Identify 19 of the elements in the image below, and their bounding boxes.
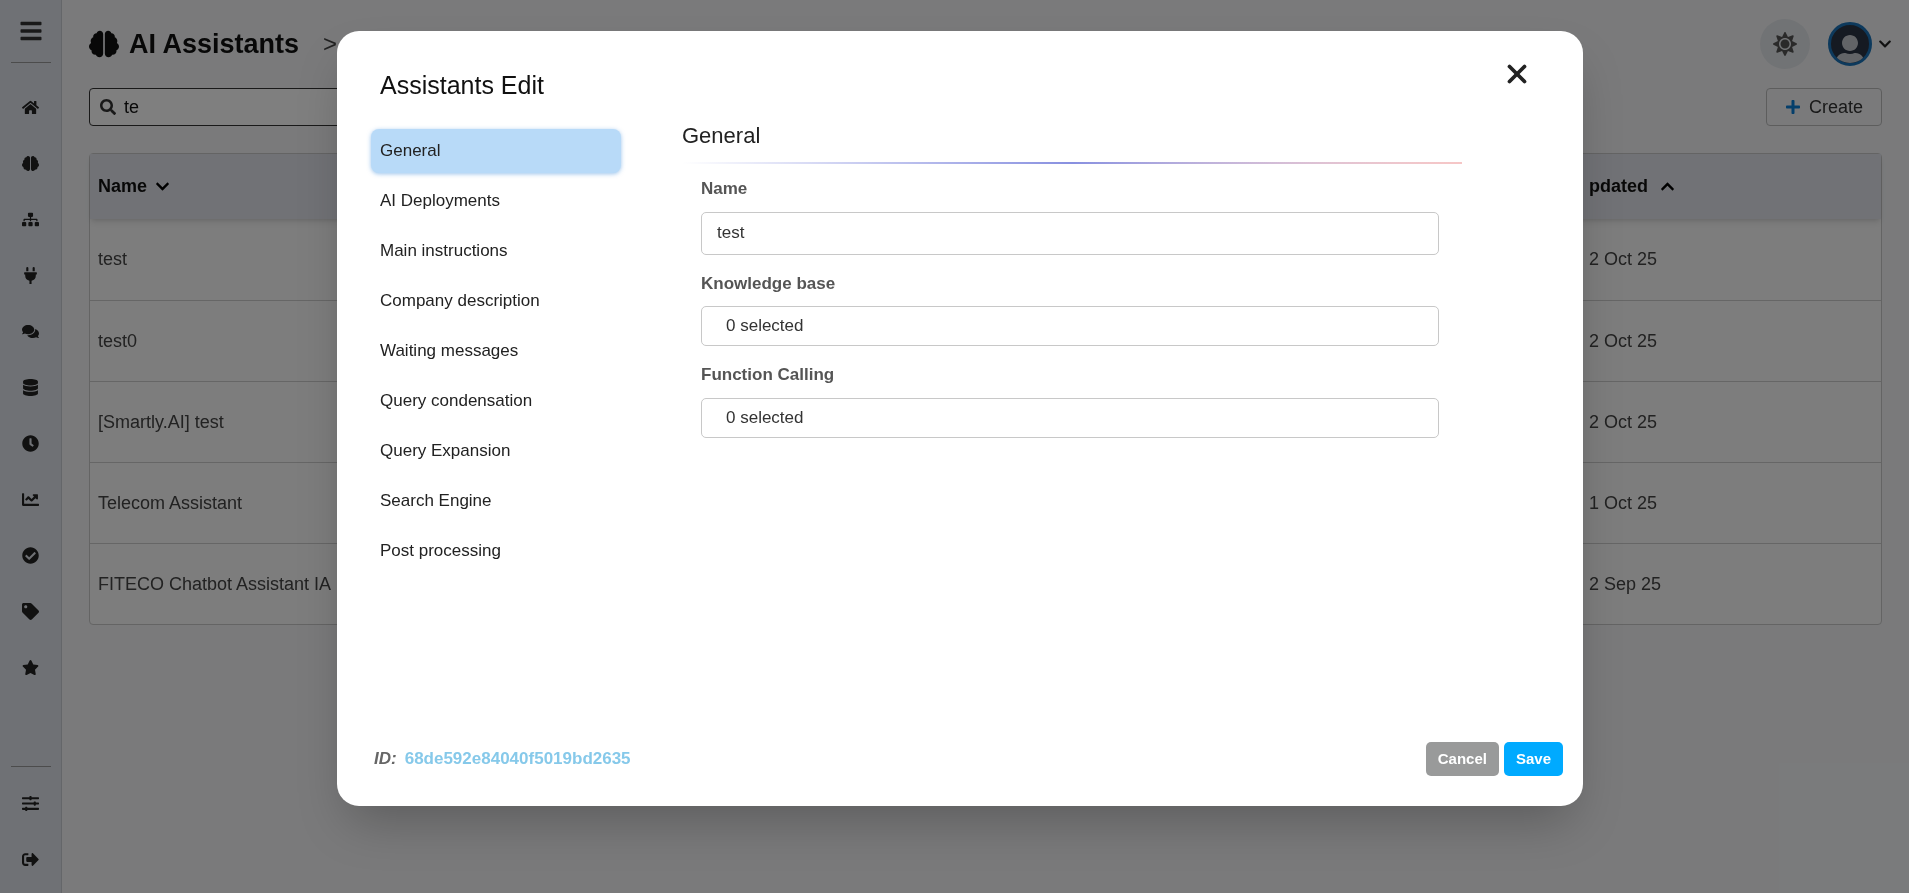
search-value: te [124,95,139,119]
breadcrumb-separator: > [323,29,338,59]
table-cell-text: 2 Oct 25 [1589,410,1659,434]
table-cell-text: test [97,248,128,271]
table-cell-text: FITECO Chatbot Assistant IA [97,572,333,596]
table-cell-text: [Smartly.AI] test [97,410,225,434]
field-label: Function Calling [701,364,836,386]
table-cell-text: 2 Oct 25 [1589,329,1659,353]
table-cell-text: test0 [97,329,139,353]
page-title: AI Assistants [129,27,300,61]
section-title: General [682,122,762,150]
field-label: Knowledge base [701,272,837,295]
table-cell-text: 1 Oct 25 [1589,491,1659,515]
table-cell-text: 2 Oct 25 [1589,248,1659,271]
field-label: Name [701,178,749,200]
id-label: ID: [374,748,397,771]
table-cell-text: 2 Sep 25 [1589,572,1663,596]
id-value: 68de592e84040f5019bd2635 [404,748,631,771]
table-cell-text: Telecom Assistant [97,491,244,515]
